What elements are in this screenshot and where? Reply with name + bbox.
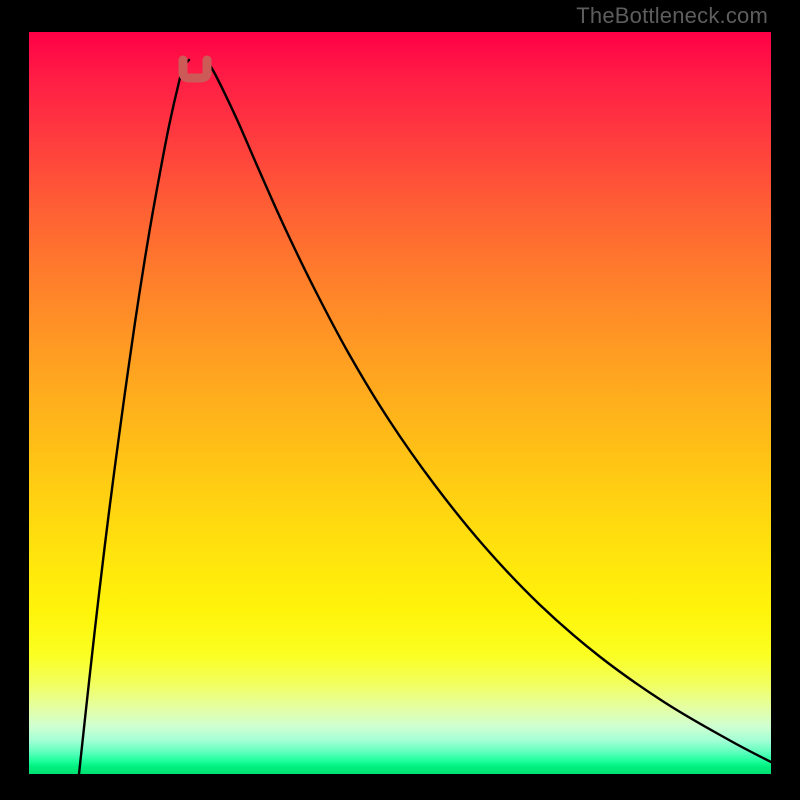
bottleneck-curve-left [79, 60, 189, 774]
curve-layer [29, 32, 771, 774]
minimum-marker [183, 60, 207, 78]
watermark-text: TheBottleneck.com [576, 3, 768, 29]
bottleneck-curve-right [205, 60, 771, 762]
plot-area [29, 32, 771, 774]
outer-frame: TheBottleneck.com [0, 0, 800, 800]
